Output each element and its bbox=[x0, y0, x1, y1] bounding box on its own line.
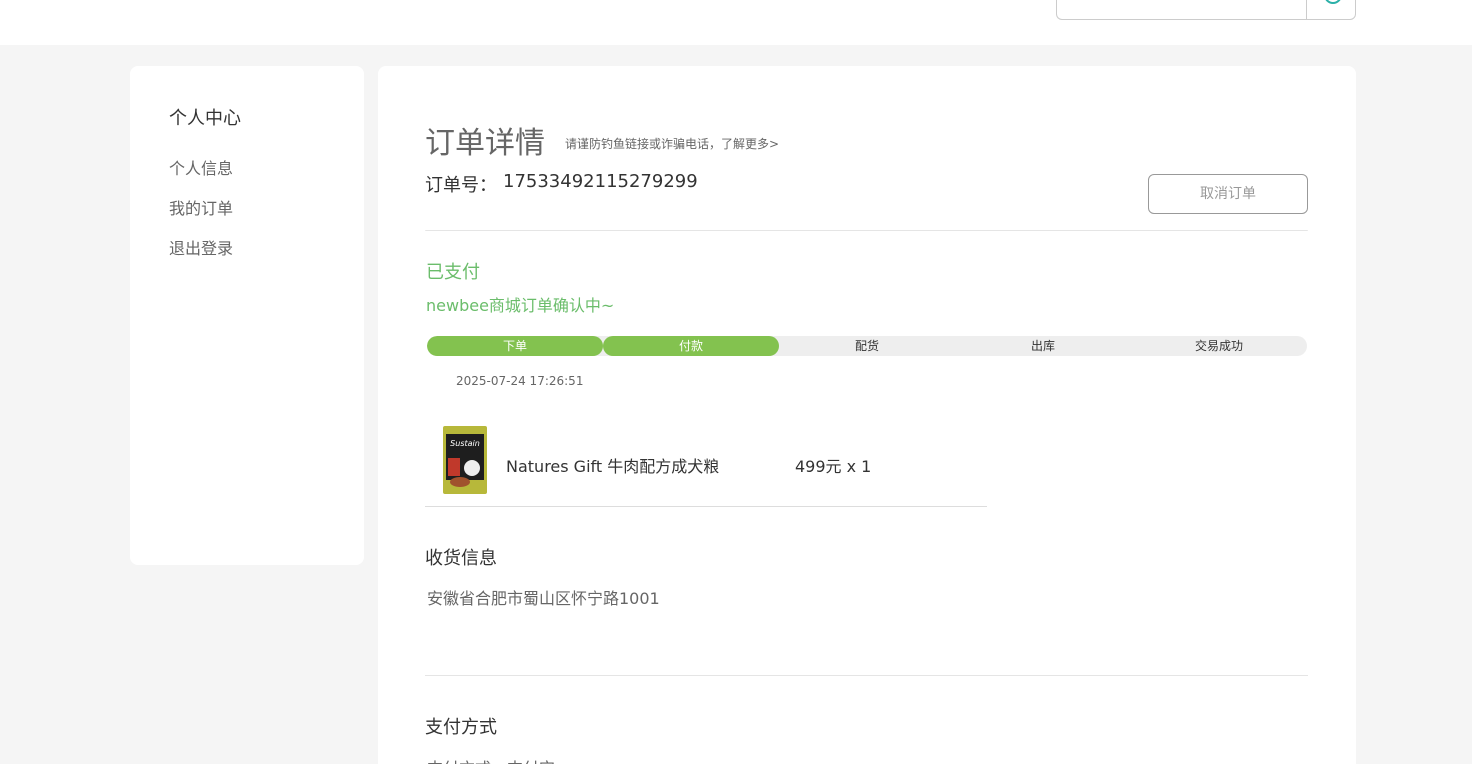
svg-text:Sustain: Sustain bbox=[450, 439, 480, 448]
search-input[interactable] bbox=[1056, 0, 1306, 20]
order-status: 已支付 bbox=[426, 262, 480, 283]
order-number-label: 订单号： bbox=[425, 175, 497, 196]
progress-step-ship: 出库 bbox=[1030, 339, 1055, 353]
divider bbox=[425, 675, 1308, 676]
sidebar-title: 个人中心 bbox=[169, 108, 241, 129]
page-title: 订单详情 bbox=[425, 126, 545, 161]
shipping-title: 收货信息 bbox=[425, 548, 497, 569]
payment-info: 支付方式：支付宝 bbox=[427, 755, 555, 764]
cancel-order-button[interactable]: 取消订单 bbox=[1148, 174, 1308, 214]
top-bar bbox=[0, 0, 1472, 45]
dog-food-bag-image[interactable]: Sustain bbox=[442, 424, 488, 496]
order-detail-panel: 订单详情 请谨防钓鱼链接或诈骗电话，了解更多> 订单号： 17533492115… bbox=[378, 66, 1356, 764]
search-icon bbox=[1325, 0, 1341, 4]
goods-price: 499元 x 1 bbox=[795, 457, 872, 476]
progress-step-order: 下单 bbox=[427, 336, 603, 356]
order-number: 17533492115279299 bbox=[503, 171, 698, 192]
progress-step-pay: 付款 bbox=[603, 336, 779, 356]
shipping-address: 安徽省合肥市蜀山区怀宁路1001 bbox=[427, 589, 660, 608]
progress-step-pick: 配货 bbox=[854, 339, 879, 353]
order-status-message: newbee商城订单确认中~ bbox=[426, 296, 615, 315]
payment-title: 支付方式 bbox=[425, 717, 497, 738]
order-time: 2025-07-24 17:26:51 bbox=[456, 374, 584, 388]
divider bbox=[425, 230, 1308, 231]
goods-name[interactable]: Natures Gift 牛肉配方成犬粮 bbox=[506, 453, 719, 477]
sidebar: 个人中心 个人信息 我的订单 退出登录 bbox=[130, 66, 364, 565]
goods-item: Sustain Natures Gift 牛肉配方成犬粮 499元 x 1 bbox=[425, 421, 987, 507]
order-progress-bar: 下单 付款 配货 出库 交易成功 bbox=[427, 336, 1307, 356]
search-button[interactable] bbox=[1306, 0, 1356, 20]
fraud-warning-link[interactable]: 请谨防钓鱼链接或诈骗电话，了解更多> bbox=[565, 135, 779, 152]
sidebar-item-logout[interactable]: 退出登录 bbox=[169, 235, 233, 259]
sidebar-item-profile[interactable]: 个人信息 bbox=[169, 155, 233, 179]
progress-step-complete: 交易成功 bbox=[1194, 339, 1243, 353]
sidebar-item-orders[interactable]: 我的订单 bbox=[169, 195, 233, 219]
